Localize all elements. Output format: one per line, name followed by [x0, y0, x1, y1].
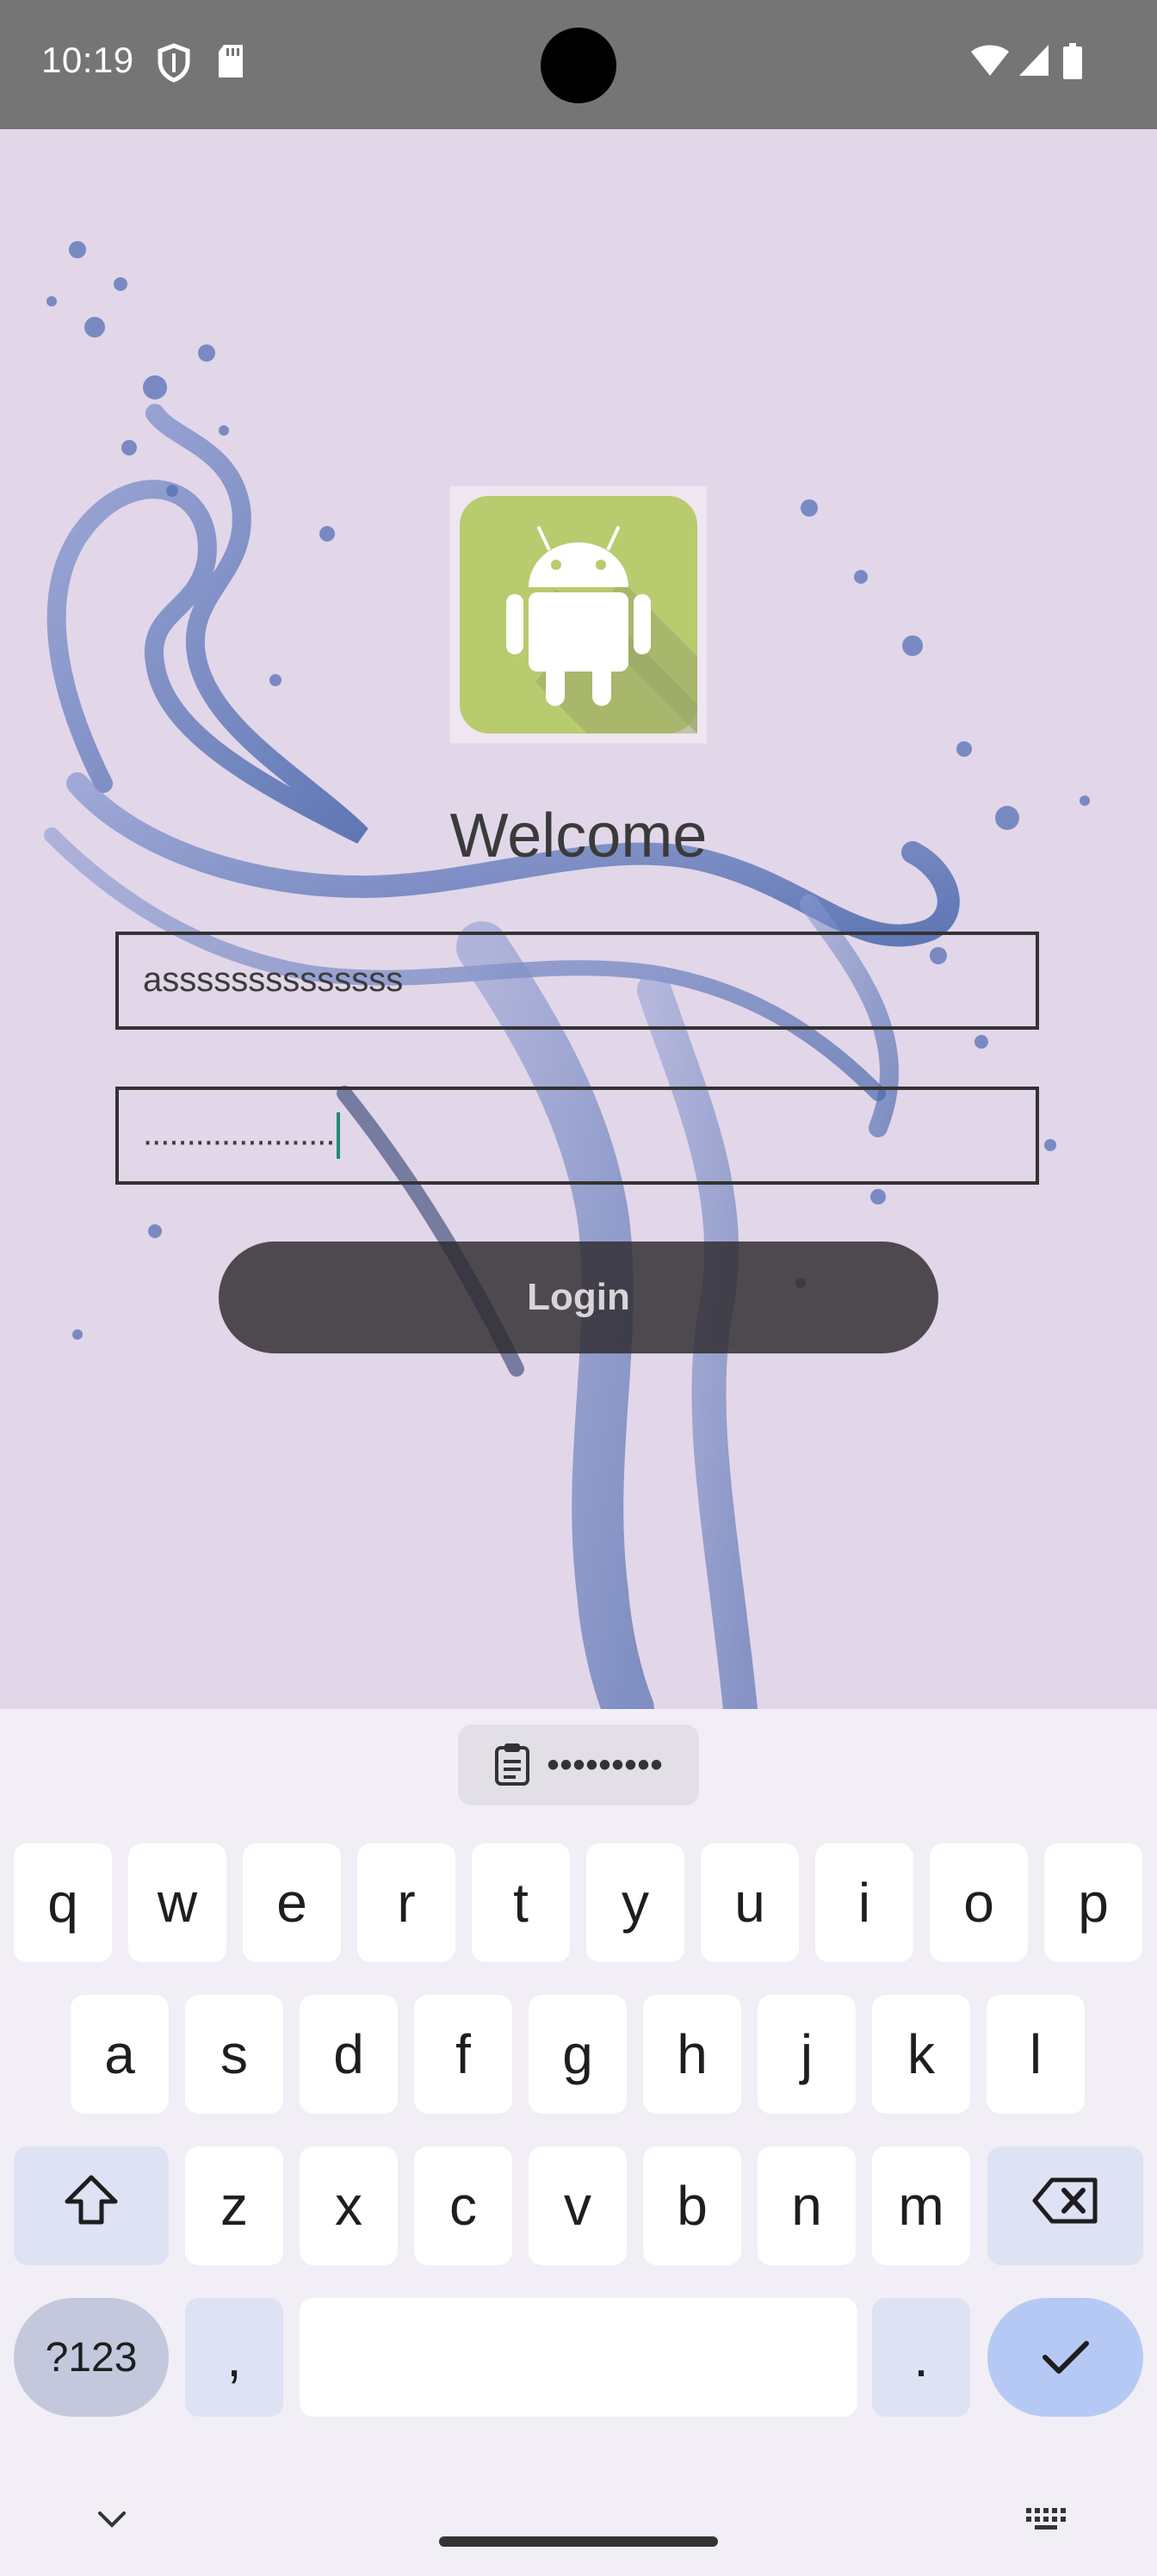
symbols-key[interactable]: ?123: [14, 2298, 169, 2417]
key-j[interactable]: j: [758, 1995, 856, 2114]
sd-card-icon: [215, 43, 246, 84]
key-t[interactable]: t: [472, 1843, 570, 1962]
chevron-down-icon[interactable]: [95, 2508, 129, 2535]
period-key[interactable]: .: [872, 2298, 970, 2417]
key-b[interactable]: b: [643, 2146, 741, 2265]
key-u[interactable]: u: [701, 1843, 799, 1962]
soft-keyboard: ••••••••• q w e r t y u i o p a s d f g …: [0, 1709, 1157, 2576]
camera-cutout: [541, 28, 616, 103]
key-a[interactable]: a: [71, 1995, 169, 2114]
login-button[interactable]: Login: [219, 1242, 938, 1353]
key-c[interactable]: c: [414, 2146, 512, 2265]
key-w[interactable]: w: [128, 1843, 226, 1962]
wifi-icon: [969, 43, 1011, 82]
key-s[interactable]: s: [185, 1995, 283, 2114]
key-p[interactable]: p: [1044, 1843, 1142, 1962]
keyboard-icon[interactable]: [1024, 2506, 1067, 2536]
key-f[interactable]: f: [414, 1995, 512, 2114]
key-n[interactable]: n: [758, 2146, 856, 2265]
username-value: assssssssssssss: [143, 961, 404, 999]
key-d[interactable]: d: [300, 1995, 398, 2114]
password-value: ......................: [143, 1112, 340, 1159]
status-time: 10:19: [41, 40, 134, 80]
key-e[interactable]: e: [243, 1843, 341, 1962]
key-r[interactable]: r: [357, 1843, 455, 1962]
key-y[interactable]: y: [586, 1843, 684, 1962]
enter-key[interactable]: [987, 2298, 1143, 2417]
status-bar: 10:19: [0, 0, 1157, 129]
home-indicator[interactable]: [439, 2536, 718, 2547]
shift-key[interactable]: [14, 2146, 169, 2265]
clipboard-suggestion-chip[interactable]: •••••••••: [458, 1725, 699, 1805]
shift-icon: [62, 2172, 121, 2240]
key-x[interactable]: x: [300, 2146, 398, 2265]
key-g[interactable]: g: [529, 1995, 627, 2114]
check-icon: [1040, 2325, 1092, 2389]
key-m[interactable]: m: [872, 2146, 970, 2265]
key-o[interactable]: o: [930, 1843, 1028, 1962]
key-h[interactable]: h: [643, 1995, 741, 2114]
android-logo: [449, 486, 708, 744]
clipboard-icon: [493, 1741, 531, 1790]
app-screen: Welcome assssssssssssss ................…: [0, 129, 1157, 1709]
clipboard-masked-text: •••••••••: [547, 1745, 664, 1784]
key-i[interactable]: i: [815, 1843, 913, 1962]
password-field[interactable]: ......................: [115, 1087, 1039, 1185]
signal-icon: [1018, 43, 1050, 82]
key-l[interactable]: l: [987, 1995, 1085, 2114]
comma-key[interactable]: ,: [185, 2298, 283, 2417]
key-z[interactable]: z: [185, 2146, 283, 2265]
water-splash-background: [44, 241, 1090, 1709]
welcome-heading: Welcome: [449, 802, 708, 870]
shield-icon: [157, 43, 191, 87]
backspace-icon: [1031, 2174, 1100, 2238]
username-field[interactable]: assssssssssssss: [115, 932, 1039, 1030]
backspace-key[interactable]: [987, 2146, 1143, 2265]
text-cursor: [336, 1112, 340, 1159]
key-q[interactable]: q: [14, 1843, 112, 1962]
battery-icon: [1062, 43, 1083, 84]
key-v[interactable]: v: [529, 2146, 627, 2265]
key-k[interactable]: k: [872, 1995, 970, 2114]
space-key[interactable]: [300, 2298, 857, 2417]
